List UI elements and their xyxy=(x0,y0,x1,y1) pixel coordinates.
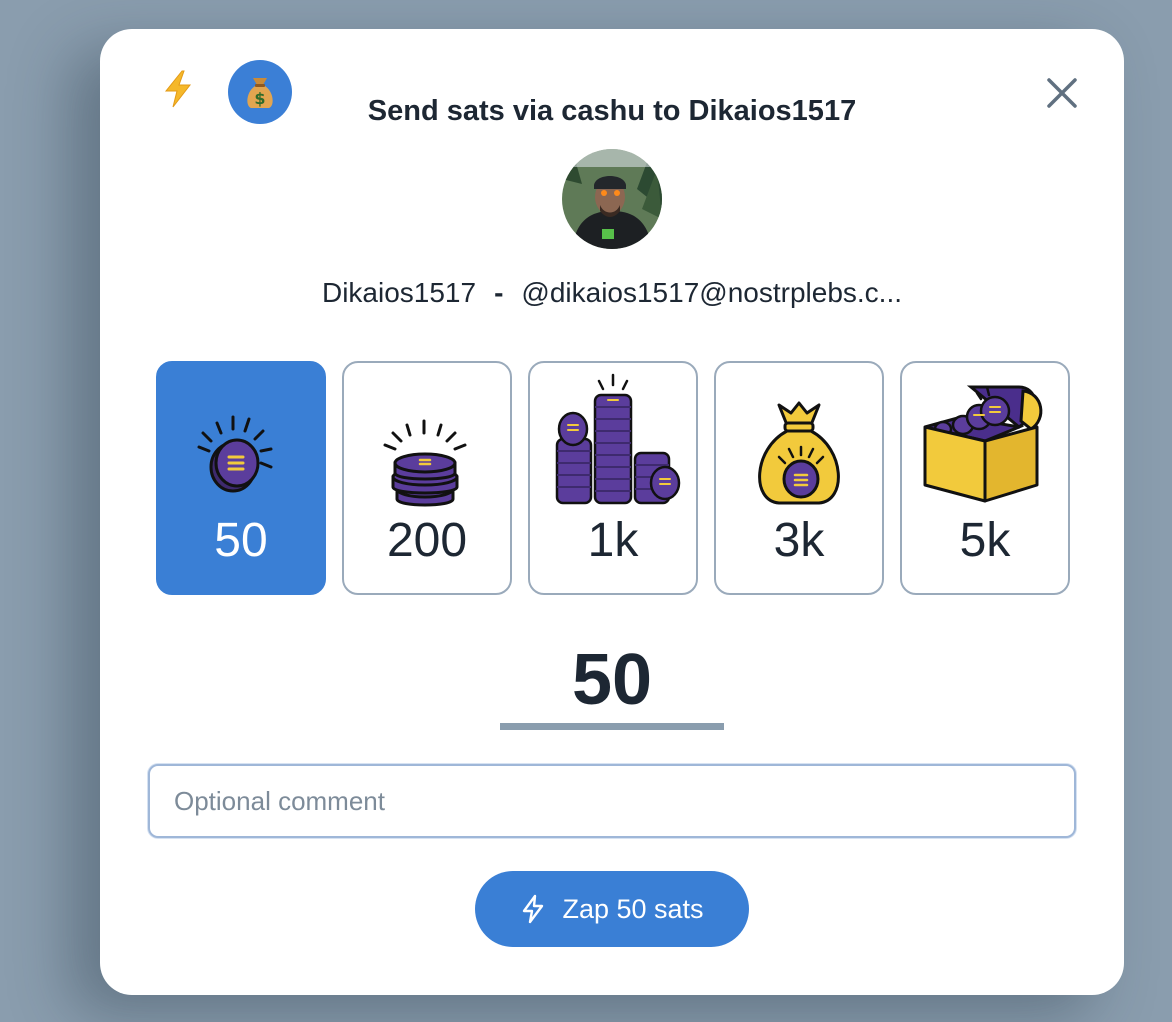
treasure-chest-icon xyxy=(923,385,1043,503)
bolt-icon xyxy=(523,894,544,924)
amount-options: 50 200 1k 3k 5k xyxy=(156,361,1070,595)
zap-button[interactable]: Zap 50 sats xyxy=(475,871,749,947)
zap-dialog: $ Send sats via cashu to Dikaios1517 Dik… xyxy=(100,29,1124,995)
identity-separator: - xyxy=(494,277,504,308)
comment-input[interactable] xyxy=(148,764,1076,838)
amount-option-200[interactable]: 200 xyxy=(342,361,512,595)
amount-label: 200 xyxy=(386,514,468,567)
amount-option-50[interactable]: 50 xyxy=(156,361,326,595)
close-button[interactable] xyxy=(1042,73,1082,113)
coin-stack-icon xyxy=(383,419,467,507)
amount-label: 50 xyxy=(214,514,268,567)
dialog-title: Send sats via cashu to Dikaios1517 xyxy=(367,95,857,127)
recipient-name: Dikaios1517 xyxy=(321,277,477,308)
amount-option-3k[interactable]: 3k xyxy=(714,361,884,595)
selected-amount: 50 xyxy=(571,640,653,720)
amount-underline xyxy=(500,723,724,730)
zap-button-label: Zap 50 sats xyxy=(562,893,704,924)
close-icon xyxy=(1047,78,1077,108)
single-coin-icon xyxy=(197,415,273,493)
recipient-avatar xyxy=(562,149,662,249)
recipient-nip05: @dikaios1517@nostrplebs.c... xyxy=(521,277,903,308)
amount-label: 3k xyxy=(773,514,825,567)
coin-piles-icon xyxy=(555,373,681,505)
amount-label: 1k xyxy=(587,514,639,567)
amount-label: 5k xyxy=(959,514,1011,567)
amount-option-1k[interactable]: 1k xyxy=(528,361,698,595)
amount-option-5k[interactable]: 5k xyxy=(900,361,1070,595)
money-bag-coin-icon xyxy=(758,401,840,505)
recipient-identity: Dikaios1517- @dikaios1517@nostrplebs.c... xyxy=(100,277,1124,309)
